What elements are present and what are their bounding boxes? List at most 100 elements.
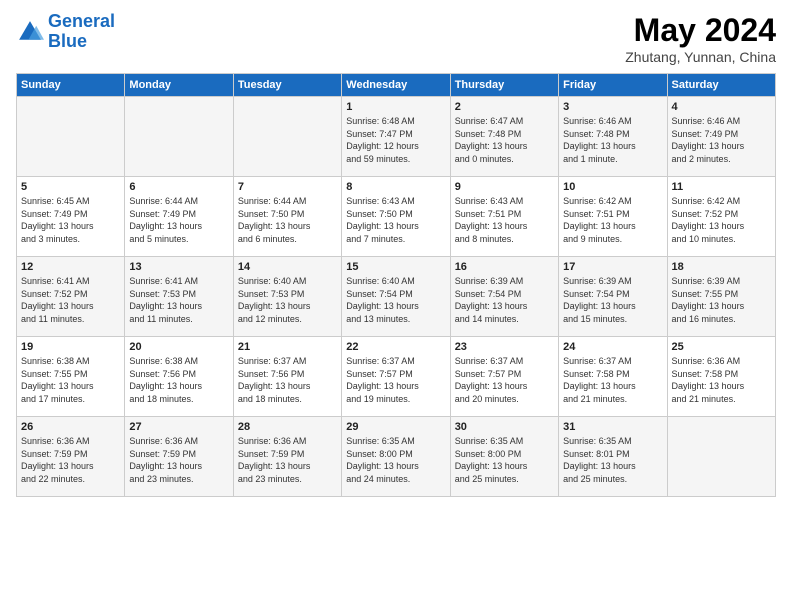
calendar-cell: 20 Sunrise: 6:38 AM Sunset: 7:56 PM Dayli…: [125, 337, 233, 417]
day-number: 4: [672, 101, 771, 113]
calendar-cell: 17 Sunrise: 6:39 AM Sunset: 7:54 PM Dayli…: [559, 257, 667, 337]
day-number: 20: [129, 341, 228, 353]
day-content: Sunrise: 6:36 AM Sunset: 7:59 PM Dayligh…: [21, 435, 120, 485]
day-content: Sunrise: 6:38 AM Sunset: 7:56 PM Dayligh…: [129, 355, 228, 405]
day-number: 6: [129, 181, 228, 193]
day-content: Sunrise: 6:35 AM Sunset: 8:00 PM Dayligh…: [346, 435, 445, 485]
page: General Blue May 2024 Zhutang, Yunnan, C…: [0, 0, 792, 612]
main-title: May 2024: [625, 12, 776, 49]
calendar-cell: 10 Sunrise: 6:42 AM Sunset: 7:51 PM Dayli…: [559, 177, 667, 257]
calendar-table: Sunday Monday Tuesday Wednesday Thursday…: [16, 73, 776, 497]
calendar-cell: 23 Sunrise: 6:37 AM Sunset: 7:57 PM Dayli…: [450, 337, 558, 417]
day-number: 1: [346, 101, 445, 113]
calendar-cell: 6Sunrise: 6:44 AM Sunset: 7:49 PM Daylig…: [125, 177, 233, 257]
day-content: Sunrise: 6:40 AM Sunset: 7:53 PM Dayligh…: [238, 275, 337, 325]
day-content: Sunrise: 6:39 AM Sunset: 7:54 PM Dayligh…: [455, 275, 554, 325]
day-content: Sunrise: 6:40 AM Sunset: 7:54 PM Dayligh…: [346, 275, 445, 325]
day-number: 22: [346, 341, 445, 353]
calendar-cell: 28Sunrise: 6:36 AM Sunset: 7:59 PM Dayli…: [233, 417, 341, 497]
calendar-body: 1 Sunrise: 6:48 AM Sunset: 7:47 PM Daylig…: [17, 97, 776, 497]
day-number: 19: [21, 341, 120, 353]
day-content: Sunrise: 6:41 AM Sunset: 7:53 PM Dayligh…: [129, 275, 228, 325]
day-number: 14: [238, 261, 337, 273]
calendar-cell: 15 Sunrise: 6:40 AM Sunset: 7:54 PM Dayli…: [342, 257, 450, 337]
day-number: 31: [563, 421, 662, 433]
day-number: 11: [672, 181, 771, 193]
day-number: 18: [672, 261, 771, 273]
header-monday: Monday: [125, 74, 233, 97]
title-block: May 2024 Zhutang, Yunnan, China: [625, 12, 776, 65]
day-content: Sunrise: 6:46 AM Sunset: 7:48 PM Dayligh…: [563, 115, 662, 165]
calendar-cell: 21Sunrise: 6:37 AM Sunset: 7:56 PM Dayli…: [233, 337, 341, 417]
logo-icon: [16, 18, 44, 46]
calendar-cell: 31 Sunrise: 6:35 AM Sunset: 8:01 PM Dayli…: [559, 417, 667, 497]
calendar-week-3: 12Sunrise: 6:41 AM Sunset: 7:52 PM Dayli…: [17, 257, 776, 337]
day-number: 5: [21, 181, 120, 193]
logo-line1: General: [48, 11, 115, 31]
calendar-cell: 8 Sunrise: 6:43 AM Sunset: 7:50 PM Daylig…: [342, 177, 450, 257]
day-content: Sunrise: 6:36 AM Sunset: 7:58 PM Dayligh…: [672, 355, 771, 405]
day-content: Sunrise: 6:42 AM Sunset: 7:52 PM Dayligh…: [672, 195, 771, 245]
day-content: Sunrise: 6:45 AM Sunset: 7:49 PM Dayligh…: [21, 195, 120, 245]
calendar-cell: 27Sunrise: 6:36 AM Sunset: 7:59 PM Dayli…: [125, 417, 233, 497]
day-number: 10: [563, 181, 662, 193]
calendar-cell: 29 Sunrise: 6:35 AM Sunset: 8:00 PM Dayli…: [342, 417, 450, 497]
day-content: Sunrise: 6:44 AM Sunset: 7:50 PM Dayligh…: [238, 195, 337, 245]
day-number: 9: [455, 181, 554, 193]
day-number: 23: [455, 341, 554, 353]
calendar-cell: 30Sunrise: 6:35 AM Sunset: 8:00 PM Dayli…: [450, 417, 558, 497]
day-content: Sunrise: 6:35 AM Sunset: 8:01 PM Dayligh…: [563, 435, 662, 485]
header-sunday: Sunday: [17, 74, 125, 97]
day-content: Sunrise: 6:46 AM Sunset: 7:49 PM Dayligh…: [672, 115, 771, 165]
calendar-cell: 12Sunrise: 6:41 AM Sunset: 7:52 PM Dayli…: [17, 257, 125, 337]
calendar-cell: 7 Sunrise: 6:44 AM Sunset: 7:50 PM Daylig…: [233, 177, 341, 257]
day-number: 29: [346, 421, 445, 433]
calendar-cell: 4 Sunrise: 6:46 AM Sunset: 7:49 PM Daylig…: [667, 97, 775, 177]
day-number: 8: [346, 181, 445, 193]
day-number: 15: [346, 261, 445, 273]
calendar-cell: 11 Sunrise: 6:42 AM Sunset: 7:52 PM Dayli…: [667, 177, 775, 257]
header-saturday: Saturday: [667, 74, 775, 97]
day-content: Sunrise: 6:48 AM Sunset: 7:47 PM Dayligh…: [346, 115, 445, 165]
day-content: Sunrise: 6:37 AM Sunset: 7:56 PM Dayligh…: [238, 355, 337, 405]
day-content: Sunrise: 6:42 AM Sunset: 7:51 PM Dayligh…: [563, 195, 662, 245]
calendar-cell: 13 Sunrise: 6:41 AM Sunset: 7:53 PM Dayli…: [125, 257, 233, 337]
logo: General Blue: [16, 12, 115, 52]
day-number: 30: [455, 421, 554, 433]
day-number: 16: [455, 261, 554, 273]
calendar-cell: [17, 97, 125, 177]
calendar-cell: 24Sunrise: 6:37 AM Sunset: 7:58 PM Dayli…: [559, 337, 667, 417]
calendar-cell: 26Sunrise: 6:36 AM Sunset: 7:59 PM Dayli…: [17, 417, 125, 497]
day-content: Sunrise: 6:41 AM Sunset: 7:52 PM Dayligh…: [21, 275, 120, 325]
calendar-week-2: 5 Sunrise: 6:45 AM Sunset: 7:49 PM Daylig…: [17, 177, 776, 257]
day-content: Sunrise: 6:43 AM Sunset: 7:50 PM Dayligh…: [346, 195, 445, 245]
day-content: Sunrise: 6:37 AM Sunset: 7:57 PM Dayligh…: [346, 355, 445, 405]
calendar-cell: [667, 417, 775, 497]
day-number: 17: [563, 261, 662, 273]
calendar-cell: 5 Sunrise: 6:45 AM Sunset: 7:49 PM Daylig…: [17, 177, 125, 257]
day-number: 7: [238, 181, 337, 193]
day-number: 25: [672, 341, 771, 353]
calendar-cell: 2Sunrise: 6:47 AM Sunset: 7:48 PM Daylig…: [450, 97, 558, 177]
header: General Blue May 2024 Zhutang, Yunnan, C…: [16, 12, 776, 65]
calendar-cell: 3 Sunrise: 6:46 AM Sunset: 7:48 PM Daylig…: [559, 97, 667, 177]
calendar-week-1: 1 Sunrise: 6:48 AM Sunset: 7:47 PM Daylig…: [17, 97, 776, 177]
day-content: Sunrise: 6:37 AM Sunset: 7:57 PM Dayligh…: [455, 355, 554, 405]
calendar-cell: [125, 97, 233, 177]
day-content: Sunrise: 6:43 AM Sunset: 7:51 PM Dayligh…: [455, 195, 554, 245]
calendar-cell: 14 Sunrise: 6:40 AM Sunset: 7:53 PM Dayli…: [233, 257, 341, 337]
calendar-week-5: 26Sunrise: 6:36 AM Sunset: 7:59 PM Dayli…: [17, 417, 776, 497]
day-content: Sunrise: 6:47 AM Sunset: 7:48 PM Dayligh…: [455, 115, 554, 165]
calendar-week-4: 19Sunrise: 6:38 AM Sunset: 7:55 PM Dayli…: [17, 337, 776, 417]
calendar-cell: 18Sunrise: 6:39 AM Sunset: 7:55 PM Dayli…: [667, 257, 775, 337]
day-content: Sunrise: 6:39 AM Sunset: 7:54 PM Dayligh…: [563, 275, 662, 325]
calendar-cell: [233, 97, 341, 177]
header-tuesday: Tuesday: [233, 74, 341, 97]
calendar-cell: 1 Sunrise: 6:48 AM Sunset: 7:47 PM Daylig…: [342, 97, 450, 177]
calendar-cell: 19Sunrise: 6:38 AM Sunset: 7:55 PM Dayli…: [17, 337, 125, 417]
day-content: Sunrise: 6:36 AM Sunset: 7:59 PM Dayligh…: [129, 435, 228, 485]
day-number: 3: [563, 101, 662, 113]
day-number: 13: [129, 261, 228, 273]
day-content: Sunrise: 6:37 AM Sunset: 7:58 PM Dayligh…: [563, 355, 662, 405]
subtitle: Zhutang, Yunnan, China: [625, 49, 776, 65]
